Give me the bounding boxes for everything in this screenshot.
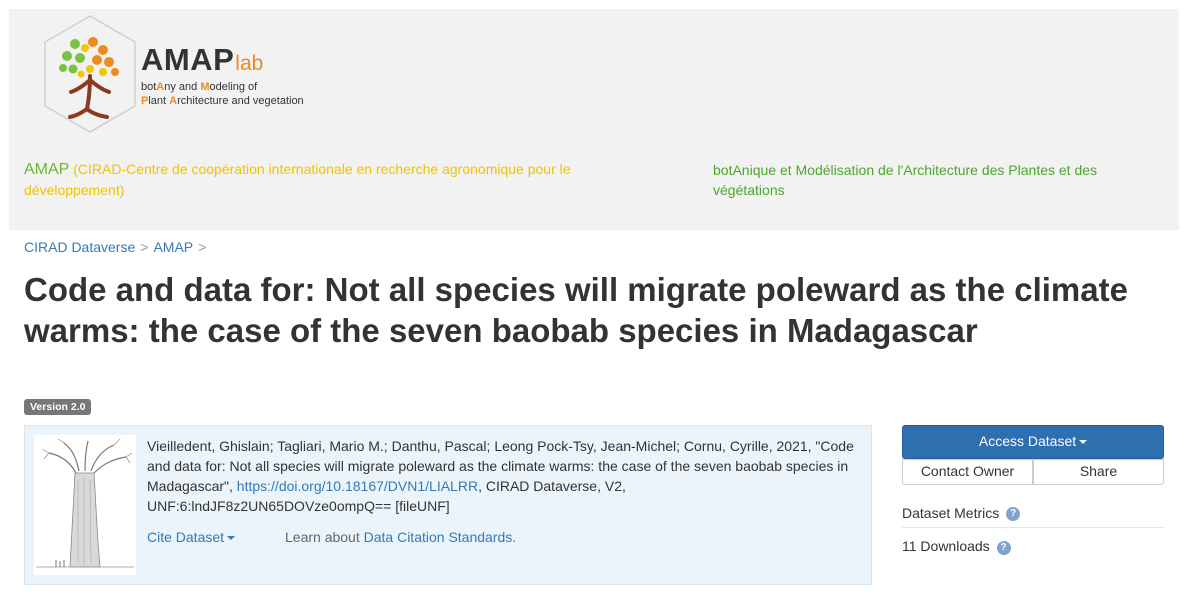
breadcrumb-amap[interactable]: AMAP [153, 239, 193, 255]
caret-down-icon [227, 536, 236, 541]
brand-tagline: botAny and Modeling of Plant Architectur… [141, 81, 304, 107]
downloads-count: 11 Downloads [902, 538, 990, 555]
dataset-thumbnail [34, 435, 136, 575]
data-citation-standards-link[interactable]: Data Citation Standards. [364, 529, 517, 545]
affiliation-text: (CIRAD-Centre de coopération internation… [24, 161, 571, 198]
affiliation-left: AMAP (CIRAD-Centre de coopération intern… [24, 159, 624, 201]
breadcrumb-separator: > [198, 239, 207, 255]
doi-link[interactable]: https://doi.org/10.18167/DVN1/LIALRR [237, 478, 478, 494]
metrics-label: Dataset Metrics [902, 505, 1000, 521]
caret-down-icon [1079, 440, 1088, 445]
page-title: Code and data for: Not all species will … [24, 271, 1128, 349]
citation-box: Vieilledent, Ghislain; Tagliari, Mario M… [24, 425, 872, 585]
breadcrumb-cirad-dataverse[interactable]: CIRAD Dataverse [24, 239, 135, 255]
help-icon[interactable]: ? [996, 540, 1011, 555]
brand-block: AMAPlab botAny and Modeling of Plant Arc… [141, 42, 304, 108]
cite-dataset-dropdown[interactable]: Cite Dataset [147, 529, 236, 545]
share-button[interactable]: Share [1033, 459, 1164, 485]
breadcrumb-separator: > [140, 239, 149, 255]
version-badge: Version 2.0 [24, 399, 92, 415]
owner-share-button-group: Contact Owner Share [902, 459, 1164, 485]
brand-lab: lab [235, 52, 264, 75]
contact-owner-button[interactable]: Contact Owner [902, 459, 1033, 485]
amap-tree-logo-icon[interactable] [35, 14, 145, 134]
brand-name: AMAP [141, 42, 235, 77]
affiliation-acronym: AMAP [24, 161, 70, 178]
help-icon[interactable]: ? [1006, 507, 1021, 522]
header-banner: AMAPlab botAny and Modeling of Plant Arc… [9, 9, 1179, 230]
affiliation-right: botAnique et Modélisation de l'Architect… [713, 162, 1098, 198]
access-dataset-button[interactable]: Access Dataset [902, 425, 1164, 459]
learn-citation-standards: Learn about Data Citation Standards. [285, 529, 517, 545]
dataset-metrics: Dataset Metrics ? 11 Downloads ? [902, 505, 1164, 555]
citation-text: Vieilledent, Ghislain; Tagliari, Mario M… [147, 438, 854, 514]
breadcrumb: CIRAD Dataverse > AMAP > [24, 239, 211, 255]
